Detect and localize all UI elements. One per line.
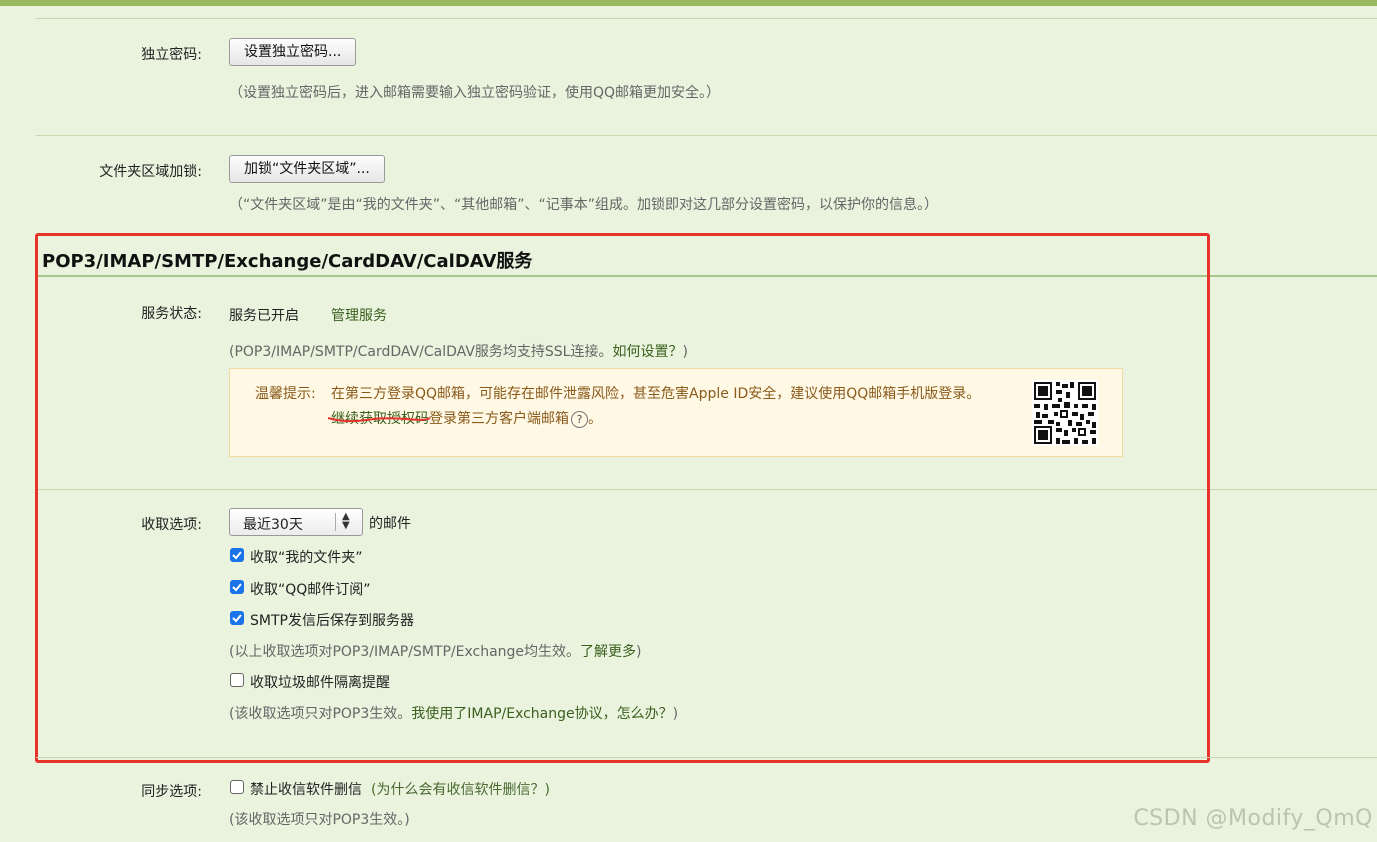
block-client-delete-checkbox[interactable] [230,780,244,794]
divider [36,135,1377,136]
sync-options-label: 同步选项: [141,784,202,800]
folder-lock-label: 文件夹区域加锁: [99,164,202,180]
top-bar [0,0,1377,6]
sync-hint: (该收取选项只对POP3生效。) [229,812,410,828]
set-independent-password-button[interactable]: 设置独立密码... [229,38,357,66]
block-client-delete-label: 禁止收信软件删信 [250,782,362,798]
lock-folder-area-button[interactable]: 加锁“文件夹区域”... [229,155,385,183]
red-highlight-box [35,233,1210,763]
independent-password-label: 独立密码: [141,47,202,63]
csdn-watermark: CSDN @Modify_QmQ [1133,806,1373,831]
divider [36,757,1377,758]
independent-password-hint: （设置独立密码后，进入邮箱需要输入独立密码验证，使用QQ邮箱更加安全。） [229,85,721,101]
folder-lock-hint: （“文件夹区域”是由“我的文件夹”、“其他邮箱”、“记事本”组成。加锁即对这几部… [229,197,939,213]
divider [36,18,1377,19]
why-delete-link[interactable]: (为什么会有收信软件删信？) [371,779,550,799]
